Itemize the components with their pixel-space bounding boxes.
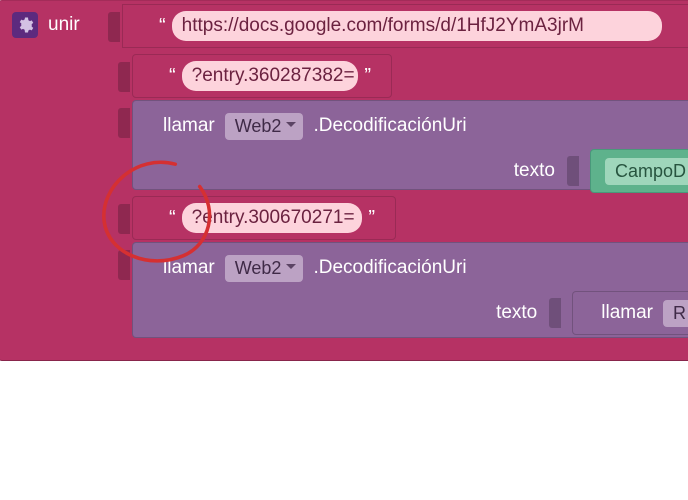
arg-label-texto: texto bbox=[496, 302, 537, 324]
socket-row-5: llamar Web2 .DecodificaciónUri texto lla… bbox=[118, 242, 688, 338]
call-method: .DecodificaciónUri bbox=[313, 115, 466, 137]
inner-component-dropdown[interactable]: R bbox=[663, 300, 688, 327]
socket-notch bbox=[118, 62, 130, 92]
join-block[interactable]: unir “ https://docs.google.com/forms/d/1… bbox=[0, 0, 688, 361]
component-dropdown[interactable]: Web2 bbox=[225, 113, 304, 140]
call-block-decode-2[interactable]: llamar Web2 .DecodificaciónUri texto lla… bbox=[132, 242, 688, 338]
call-arg-row: texto llamar R bbox=[163, 285, 688, 345]
call-keyword: llamar bbox=[163, 257, 215, 279]
close-quote-icon: ” bbox=[368, 207, 375, 230]
text-input-entry1[interactable]: ?entry.360287382= bbox=[182, 61, 359, 91]
open-quote-icon: “ bbox=[169, 65, 176, 88]
call-method: .DecodificaciónUri bbox=[313, 257, 466, 279]
socket-column: “ https://docs.google.com/forms/d/1HfJ2Y… bbox=[108, 0, 686, 360]
call-keyword: llamar bbox=[163, 115, 215, 137]
text-block-entry2[interactable]: “ ?entry.300670271= ” bbox=[132, 196, 396, 240]
join-keyword: unir bbox=[48, 14, 80, 36]
gear-icon[interactable] bbox=[12, 12, 38, 38]
open-quote-icon: “ bbox=[159, 15, 166, 38]
close-quote-icon: ” bbox=[364, 65, 371, 88]
socket-row-2: “ ?entry.360287382= ” bbox=[118, 54, 392, 98]
socket-row-3: llamar Web2 .DecodificaciónUri texto Cam… bbox=[118, 100, 688, 190]
component-dropdown[interactable]: Web2 bbox=[225, 255, 304, 282]
arg-label-texto: texto bbox=[514, 160, 555, 182]
socket-notch bbox=[108, 12, 120, 42]
arg-notch bbox=[549, 298, 561, 328]
socket-notch bbox=[118, 108, 130, 138]
call-arg-row: texto CampoD bbox=[163, 143, 688, 203]
socket-row-1: “ https://docs.google.com/forms/d/1HfJ2Y… bbox=[108, 4, 688, 48]
text-input-entry2[interactable]: ?entry.300670271= bbox=[182, 203, 363, 233]
inner-call-block[interactable]: llamar R bbox=[572, 291, 688, 335]
text-block-url[interactable]: “ https://docs.google.com/forms/d/1HfJ2Y… bbox=[122, 4, 688, 48]
arg-slot: llamar R bbox=[572, 291, 688, 335]
getter-block-field[interactable]: CampoD bbox=[590, 149, 688, 193]
socket-notch bbox=[118, 204, 130, 234]
arg-slot: CampoD bbox=[590, 149, 688, 193]
call-keyword: llamar bbox=[601, 302, 653, 324]
call-block-decode-1[interactable]: llamar Web2 .DecodificaciónUri texto Cam… bbox=[132, 100, 688, 190]
arg-notch bbox=[567, 156, 579, 186]
text-block-entry1[interactable]: “ ?entry.360287382= ” bbox=[132, 54, 392, 98]
call-header: llamar Web2 .DecodificaciónUri bbox=[163, 251, 688, 285]
text-input-url[interactable]: https://docs.google.com/forms/d/1HfJ2YmA… bbox=[172, 11, 662, 41]
call-header: llamar Web2 .DecodificaciónUri bbox=[163, 109, 688, 143]
socket-row-4: “ ?entry.300670271= ” bbox=[118, 196, 396, 240]
open-quote-icon: “ bbox=[169, 207, 176, 230]
socket-notch bbox=[118, 250, 130, 280]
getter-dropdown[interactable]: CampoD bbox=[605, 158, 688, 185]
